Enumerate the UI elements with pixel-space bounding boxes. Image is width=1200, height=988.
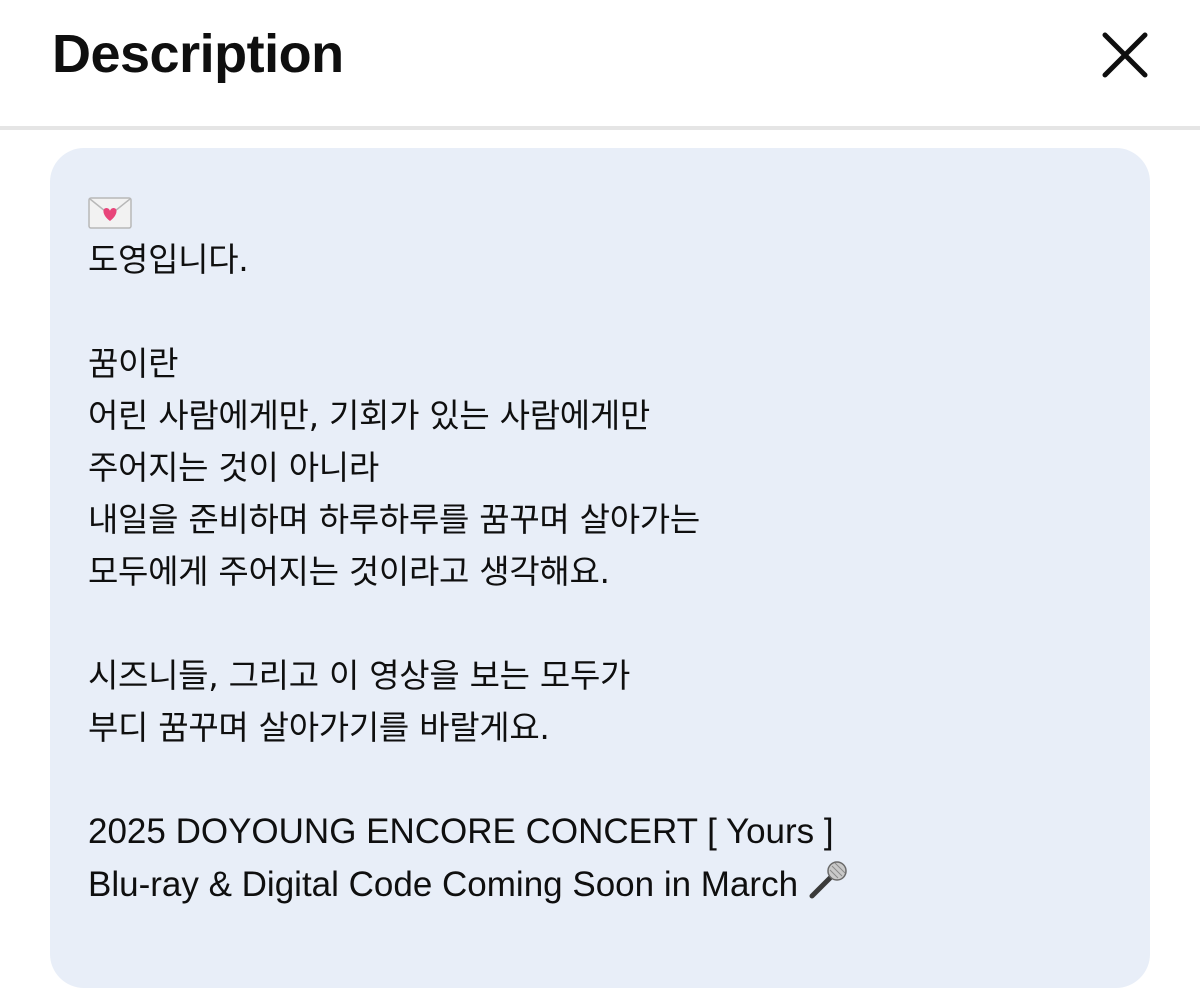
description-line: 내일을 준비하며 하루하루를 꿈꾸며 살아가는 (88, 500, 700, 539)
concert-title-line: 2025 DOYOUNG ENCORE CONCERT [ Yours ] (88, 812, 834, 851)
emoji-line (88, 192, 1128, 234)
description-line: 도영입니다. (88, 240, 249, 279)
description-line: 어린 사람에게만, 기회가 있는 사람에게만 (88, 396, 650, 435)
description-line: 부디 꿈꾸며 살아가기를 바랄게요. (88, 708, 550, 747)
description-line: 주어지는 것이 아니라 (88, 448, 379, 487)
close-button[interactable] (1090, 20, 1160, 90)
microphone-icon (806, 858, 850, 917)
panel-header: Description (0, 0, 1200, 128)
panel-title: Description (52, 24, 344, 84)
love-letter-icon (88, 197, 132, 229)
description-line: 시즈니들, 그리고 이 영상을 보는 모두가 (88, 656, 631, 695)
release-note-line: Blu-ray & Digital Code Coming Soon in Ma… (88, 858, 1128, 910)
description-line: 꿈이란 (88, 344, 179, 383)
description-line: 모두에게 주어지는 것이라고 생각해요. (88, 552, 610, 591)
close-icon (1102, 32, 1148, 78)
description-text: 도영입니다. 꿈이란 어린 사람에게만, 기회가 있는 사람에게만 주어지는 것… (88, 192, 1128, 910)
header-divider (0, 126, 1200, 130)
release-note-text: Blu-ray & Digital Code Coming Soon in Ma… (88, 865, 799, 904)
